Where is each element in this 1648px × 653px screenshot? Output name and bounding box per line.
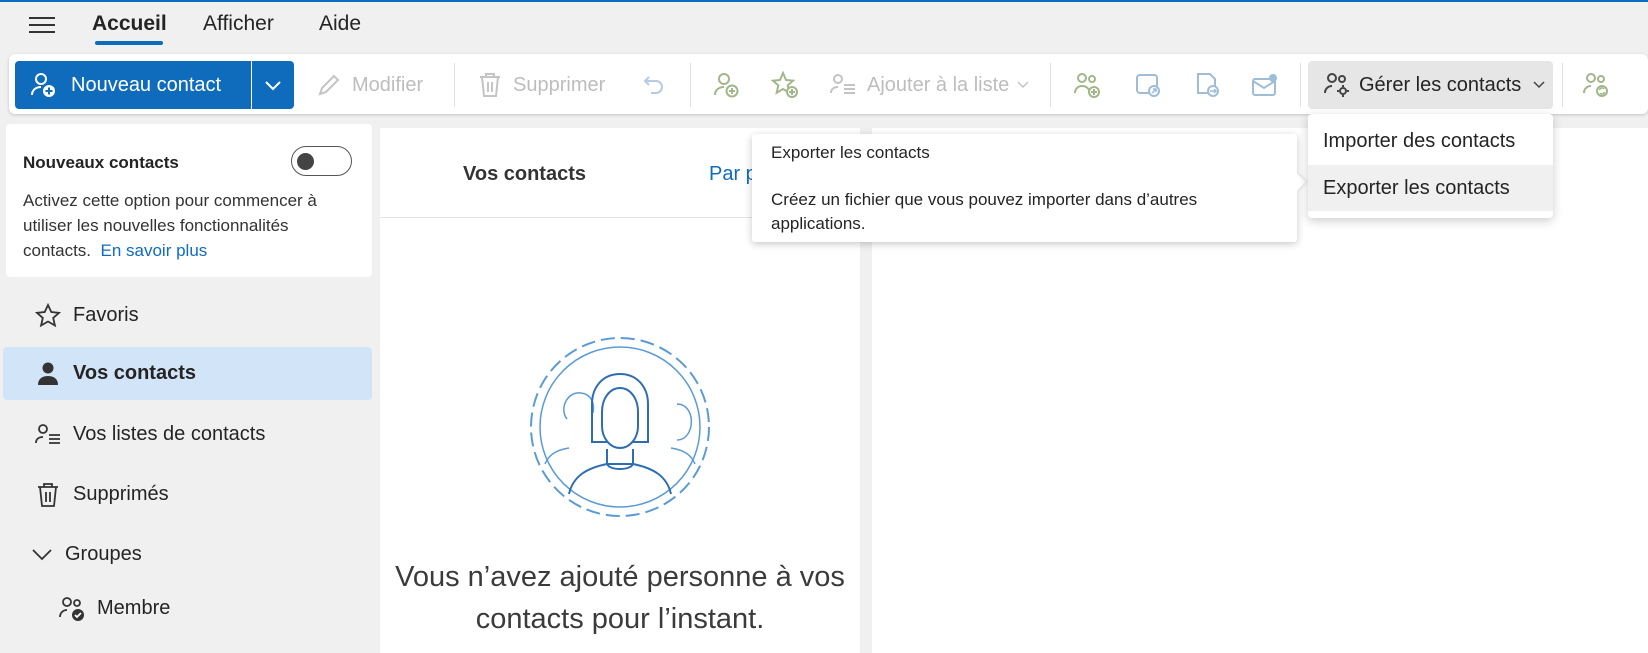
- people-add-icon: [1073, 71, 1101, 99]
- toolbar-divider: [454, 63, 455, 107]
- person-add-icon: [712, 71, 740, 99]
- toolbar-divider: [690, 63, 691, 107]
- star-icon: [33, 302, 63, 329]
- sidebar-item-supprimes[interactable]: Supprimés: [3, 468, 372, 521]
- new-contacts-toggle[interactable]: [291, 146, 352, 176]
- people-sync-icon: [1582, 71, 1610, 99]
- groups-label: Groupes: [65, 543, 142, 565]
- add-contact-button[interactable]: [712, 61, 740, 109]
- new-contact-label: Nouveau contact: [71, 73, 222, 96]
- sidebar-item-vos-contacts[interactable]: Vos contacts: [3, 347, 372, 400]
- delete-label: Supprimer: [513, 73, 606, 96]
- send-email-button[interactable]: [1251, 61, 1279, 109]
- trash-icon: [477, 71, 503, 99]
- add-to-list-label: Ajouter à la liste: [867, 73, 1010, 96]
- sidebar-item-label: Vos listes de contacts: [73, 423, 266, 445]
- promo-description: Activez cette option pour commencer à ut…: [23, 188, 363, 263]
- undo-button[interactable]: [642, 61, 666, 109]
- sidebar-item-label: Vos contacts: [73, 362, 196, 384]
- manage-contacts-label: Gérer les contacts: [1359, 73, 1522, 96]
- edit-label: Modifier: [352, 73, 424, 96]
- toolbar-divider: [1562, 63, 1563, 107]
- person-icon: [33, 361, 63, 387]
- sidebar-item-label: Supprimés: [73, 483, 169, 505]
- sidebar-item-label: Membre: [97, 597, 171, 619]
- manage-contacts-button[interactable]: Gérer les contacts: [1308, 61, 1553, 109]
- chevron-down-icon: [264, 79, 282, 91]
- mail-icon: [1251, 72, 1279, 98]
- learn-more-link[interactable]: En savoir plus: [101, 241, 208, 260]
- toolbar-divider: [1300, 63, 1301, 107]
- sidebar-item-vos-listes-de-contacts[interactable]: Vos listes de contacts: [3, 408, 372, 461]
- people-settings-icon: [1323, 71, 1351, 99]
- chevron-down-icon: [27, 548, 57, 562]
- new-contact-dropdown-button[interactable]: [252, 61, 294, 109]
- empty-contacts-illustration: [527, 334, 713, 520]
- chevron-down-icon: [1533, 81, 1545, 89]
- import-contacts-menu-item[interactable]: Importer des contacts: [1308, 118, 1553, 164]
- tab-aide[interactable]: Aide: [319, 12, 361, 36]
- sidebar-item-label: Favoris: [73, 304, 139, 326]
- tooltip-description: Créez un fichier que vous pouvez importe…: [771, 190, 1198, 233]
- undo-icon: [642, 73, 666, 97]
- star-add-icon: [771, 71, 799, 99]
- sidebar-item-favoris[interactable]: Favoris: [3, 289, 372, 342]
- tab-accueil[interactable]: Accueil: [92, 12, 167, 36]
- trash-icon: [33, 481, 63, 509]
- tooltip-title: Exporter les contacts: [771, 143, 930, 162]
- contact-list-icon: [33, 422, 63, 448]
- edit-button[interactable]: Modifier: [316, 61, 423, 109]
- groups-section-header[interactable]: Groupes: [3, 528, 372, 581]
- new-contact-button[interactable]: Nouveau contact: [15, 61, 251, 109]
- active-tab-indicator: [95, 41, 163, 45]
- add-favorite-button[interactable]: [771, 61, 799, 109]
- empty-contacts-message: Vous n’avez ajouté personne à vos contac…: [395, 561, 845, 635]
- chevron-down-icon: [1017, 81, 1029, 89]
- share-contact-button[interactable]: [1134, 61, 1162, 109]
- add-group-member-button[interactable]: [1073, 61, 1101, 109]
- add-to-list-button[interactable]: Ajouter à la liste: [829, 61, 1029, 109]
- pencil-icon: [316, 72, 342, 98]
- tab-vos-contacts[interactable]: Vos contacts: [463, 163, 586, 186]
- toggle-knob: [297, 153, 314, 170]
- tab-afficher[interactable]: Afficher: [203, 12, 274, 36]
- delete-button[interactable]: Supprimer: [477, 61, 605, 109]
- forward-icon: [1193, 71, 1221, 99]
- hamburger-menu-icon[interactable]: [26, 12, 58, 40]
- group-member-icon: [57, 595, 87, 623]
- add-person-icon: [29, 71, 57, 99]
- contact-list-icon: [829, 72, 857, 98]
- toolbar-divider: [1050, 63, 1051, 107]
- forward-contact-button[interactable]: [1193, 61, 1221, 109]
- sync-contacts-button[interactable]: [1582, 61, 1610, 109]
- tab-par-p[interactable]: Par p: [709, 163, 757, 186]
- promo-title: Nouveaux contacts: [23, 153, 179, 172]
- share-icon: [1134, 71, 1162, 99]
- sidebar-item-membre[interactable]: Membre: [3, 582, 372, 635]
- export-contacts-menu-item[interactable]: Exporter les contacts: [1308, 165, 1553, 211]
